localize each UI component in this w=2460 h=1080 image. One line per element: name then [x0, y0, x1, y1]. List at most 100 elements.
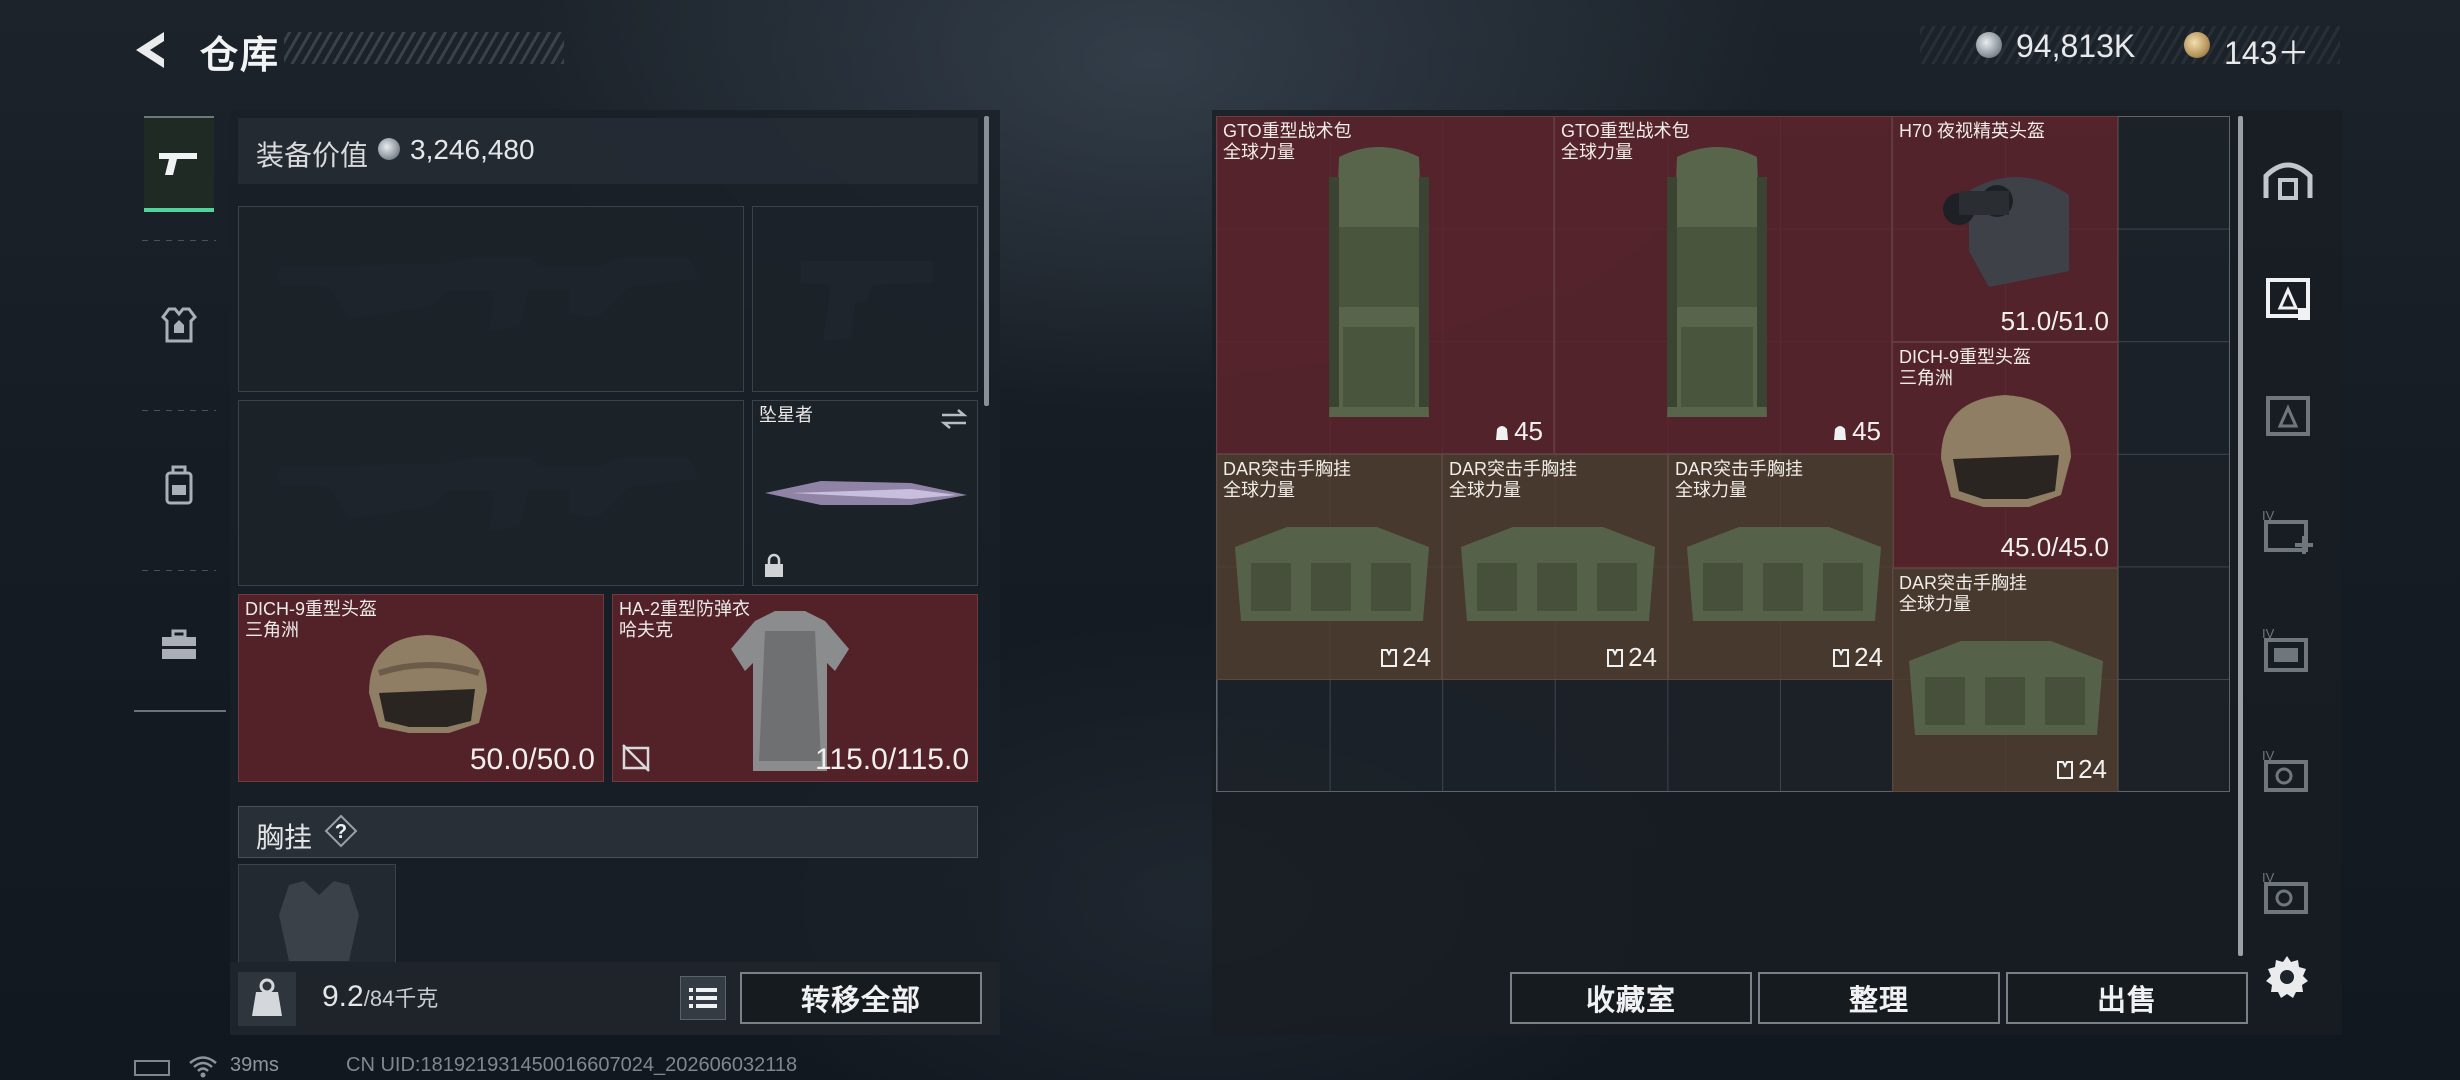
- tab-stash-expansion-1[interactable]: IV: [2252, 496, 2324, 568]
- silver-balance: 94,813K: [2016, 28, 2136, 64]
- weight-icon: [252, 978, 282, 1016]
- backpack-icon: [165, 465, 193, 505]
- tab-stash-1[interactable]: [2252, 262, 2324, 334]
- helmet-slot[interactable]: DICH-9重型头盔 三角洲 50.0/50.0: [238, 594, 604, 782]
- item-title: DAR突击手胸挂: [1223, 459, 1352, 479]
- stash-folder-icon: IV: [2262, 626, 2308, 672]
- silver-coin-icon: [378, 138, 400, 160]
- capacity-value: 24: [1402, 642, 1431, 672]
- collection-room-button[interactable]: 收藏室: [1510, 972, 1752, 1024]
- item-title: DAR突击手胸挂: [1449, 459, 1578, 479]
- lock-icon: [765, 553, 783, 577]
- tab-stash-home[interactable]: [2252, 144, 2324, 216]
- item-title: H70 夜视精英头盔: [1899, 121, 2046, 141]
- chest-rig-label: 胸挂: [256, 822, 313, 853]
- stash-item-helmet[interactable]: DICH-9重型头盔 三角洲 45.0/45.0: [1892, 342, 2118, 568]
- tab-stash-2[interactable]: [2252, 380, 2324, 452]
- tab-armor[interactable]: [144, 280, 214, 370]
- weight-current: 9.2: [322, 980, 364, 1013]
- item-label: H70 夜视精英头盔: [1899, 121, 2045, 142]
- body-armor-slot[interactable]: HA-2重型防弹衣 哈夫克 115.0/115.0: [612, 594, 978, 782]
- capacity-value: 24: [1628, 642, 1657, 672]
- rifle-silhouette-icon: [279, 257, 699, 331]
- capacity-value: 45: [1514, 416, 1543, 446]
- item-label: DAR突击手胸挂 全球力量: [1449, 459, 1577, 501]
- settings-gear-icon[interactable]: [2262, 952, 2312, 1002]
- tab-stash-expansion-4[interactable]: IV: [2252, 858, 2324, 930]
- helmet-title: DICH-9重型头盔: [245, 599, 378, 619]
- item-faction: 全球力量: [1675, 480, 1747, 500]
- helmet-icon: [1941, 395, 2071, 507]
- armor-durability: 115.0/115.0: [814, 743, 969, 776]
- helmet-durability: 50.0/50.0: [469, 743, 595, 776]
- stash-item-chest-rig[interactable]: DAR突击手胸挂 全球力量 24: [1892, 568, 2118, 792]
- chest-rig-icon: [1909, 641, 2103, 735]
- tab-backpack[interactable]: [144, 440, 214, 530]
- stash-item-chest-rig[interactable]: DAR突击手胸挂 全球力量 24: [1216, 454, 1442, 680]
- backpack-icon: [1329, 147, 1429, 417]
- stash-home-icon: [2263, 162, 2313, 200]
- swap-icon[interactable]: [939, 407, 969, 431]
- stash-item-chest-rig[interactable]: DAR突击手胸挂 全球力量 24: [1668, 454, 1894, 680]
- capacity-icon: [2057, 760, 2074, 779]
- item-faction: 全球力量: [1223, 480, 1295, 500]
- chest-rig-icon: [1687, 527, 1881, 621]
- sidearm-slot[interactable]: [752, 206, 978, 392]
- back-arrow-icon[interactable]: [128, 26, 176, 74]
- stash-item-backpack[interactable]: GTO重型战术包 全球力量 45: [1216, 116, 1554, 454]
- tab-stash-expansion-2[interactable]: IV: [2252, 614, 2324, 686]
- sell-button[interactable]: 出售: [2006, 972, 2248, 1024]
- gold-coin-icon: [2184, 32, 2210, 58]
- stash-item-helmet[interactable]: H70 夜视精英头盔 51.0/51.0: [1892, 116, 2118, 342]
- stash-item-backpack[interactable]: GTO重型战术包 全球力量 45: [1554, 116, 1892, 454]
- equipment-scrollbar[interactable]: [984, 116, 989, 406]
- capacity-icon: [1834, 425, 1847, 440]
- item-label: DAR突击手胸挂 全球力量: [1223, 459, 1351, 501]
- list-icon: [689, 988, 717, 1008]
- item-faction: 全球力量: [1899, 594, 1971, 614]
- pistol-icon: [159, 153, 197, 175]
- capacity-icon: [1496, 425, 1509, 440]
- item-durability: 45.0/45.0: [2000, 532, 2109, 562]
- secondary-weapon-slot[interactable]: [238, 400, 744, 586]
- item-durability: 51.0/51.0: [2000, 306, 2109, 336]
- list-view-button[interactable]: [680, 976, 726, 1020]
- capacity-icon: [1607, 648, 1624, 667]
- tab-divider: [142, 410, 216, 411]
- battery-icon: [134, 1060, 170, 1076]
- stash-page-icon: [2266, 278, 2310, 320]
- tab-stash-expansion-3[interactable]: IV: [2252, 736, 2324, 808]
- backpack-icon: [1667, 147, 1767, 417]
- capacity-value: 24: [2078, 754, 2107, 784]
- chest-rig-slot[interactable]: [238, 864, 396, 972]
- item-label: DAR突击手胸挂 全球力量: [1675, 459, 1803, 501]
- equipment-value: 3,246,480: [410, 134, 535, 165]
- item-title: DICH-9重型头盔: [1899, 347, 2032, 367]
- stash-page-icon: [2266, 396, 2310, 436]
- stash-key-icon: IV: [2262, 870, 2308, 914]
- tab-weapons[interactable]: [144, 116, 214, 212]
- stash-scrollbar[interactable]: [2238, 116, 2243, 956]
- chest-rig-icon: [1235, 527, 1429, 621]
- stash-item-chest-rig[interactable]: DAR突击手胸挂 全球力量 24: [1442, 454, 1668, 680]
- tab-divider: [142, 570, 216, 571]
- ping-readout: 39ms: [230, 1054, 279, 1076]
- sort-button[interactable]: 整理: [1758, 972, 2000, 1024]
- primary-weapon-slot[interactable]: [238, 206, 744, 392]
- help-icon[interactable]: ?: [324, 814, 358, 848]
- gold-balance[interactable]: 143＋: [2224, 28, 2309, 74]
- capacity-value: 45: [1852, 416, 1881, 446]
- no-repair-icon: [622, 744, 650, 772]
- page-title: 仓库: [200, 35, 281, 77]
- melee-name: 坠星者: [759, 405, 813, 425]
- stash-key-icon: IV: [2262, 748, 2308, 792]
- tab-case[interactable]: [144, 600, 214, 690]
- item-title: DAR突击手胸挂: [1675, 459, 1804, 479]
- capacity-value: 24: [1854, 642, 1883, 672]
- knife-icon: [765, 481, 967, 505]
- transfer-all-button[interactable]: 转移全部: [740, 972, 982, 1024]
- helmet-icon: [369, 635, 487, 733]
- melee-slot[interactable]: 坠星者: [752, 400, 978, 586]
- night-vision-helmet-icon: [1943, 176, 2069, 287]
- capacity-icon: [1833, 648, 1850, 667]
